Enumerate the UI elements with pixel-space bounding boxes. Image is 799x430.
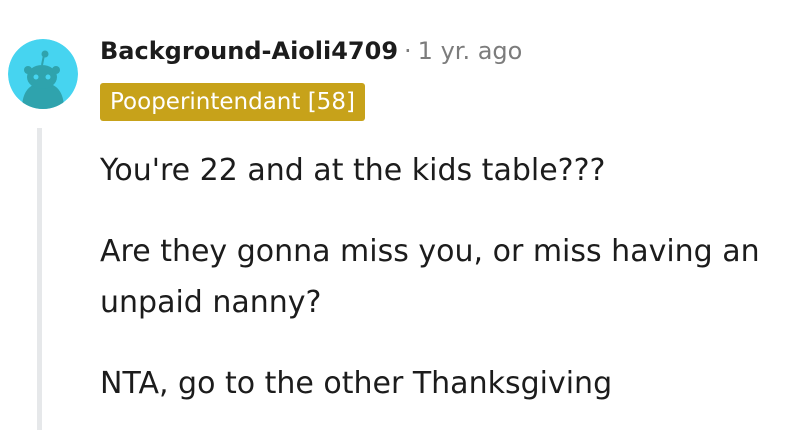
user-flair-badge: Pooperintendant [58] [100,83,365,121]
comment-body: You're 22 and at the kids table??? Are t… [100,145,780,430]
snoo-avatar-icon [8,39,78,109]
comment-timestamp[interactable]: 1 yr. ago [418,37,523,65]
user-avatar[interactable] [8,39,78,109]
comment: Background-Aioli4709 · 1 yr. ago Pooperint… [0,0,799,430]
comment-paragraph: You're 22 and at the kids table??? [100,153,606,188]
username-link[interactable]: Background-Aioli4709 [100,37,398,65]
meta-separator: · [404,37,412,65]
thread-collapse-line[interactable] [37,128,42,430]
comment-paragraph: NTA, go to the other Thanksgiving [100,366,613,401]
comment-paragraph: Are they gonna miss you, or miss having … [100,234,760,320]
comment-header: Background-Aioli4709 · 1 yr. ago [100,33,522,69]
